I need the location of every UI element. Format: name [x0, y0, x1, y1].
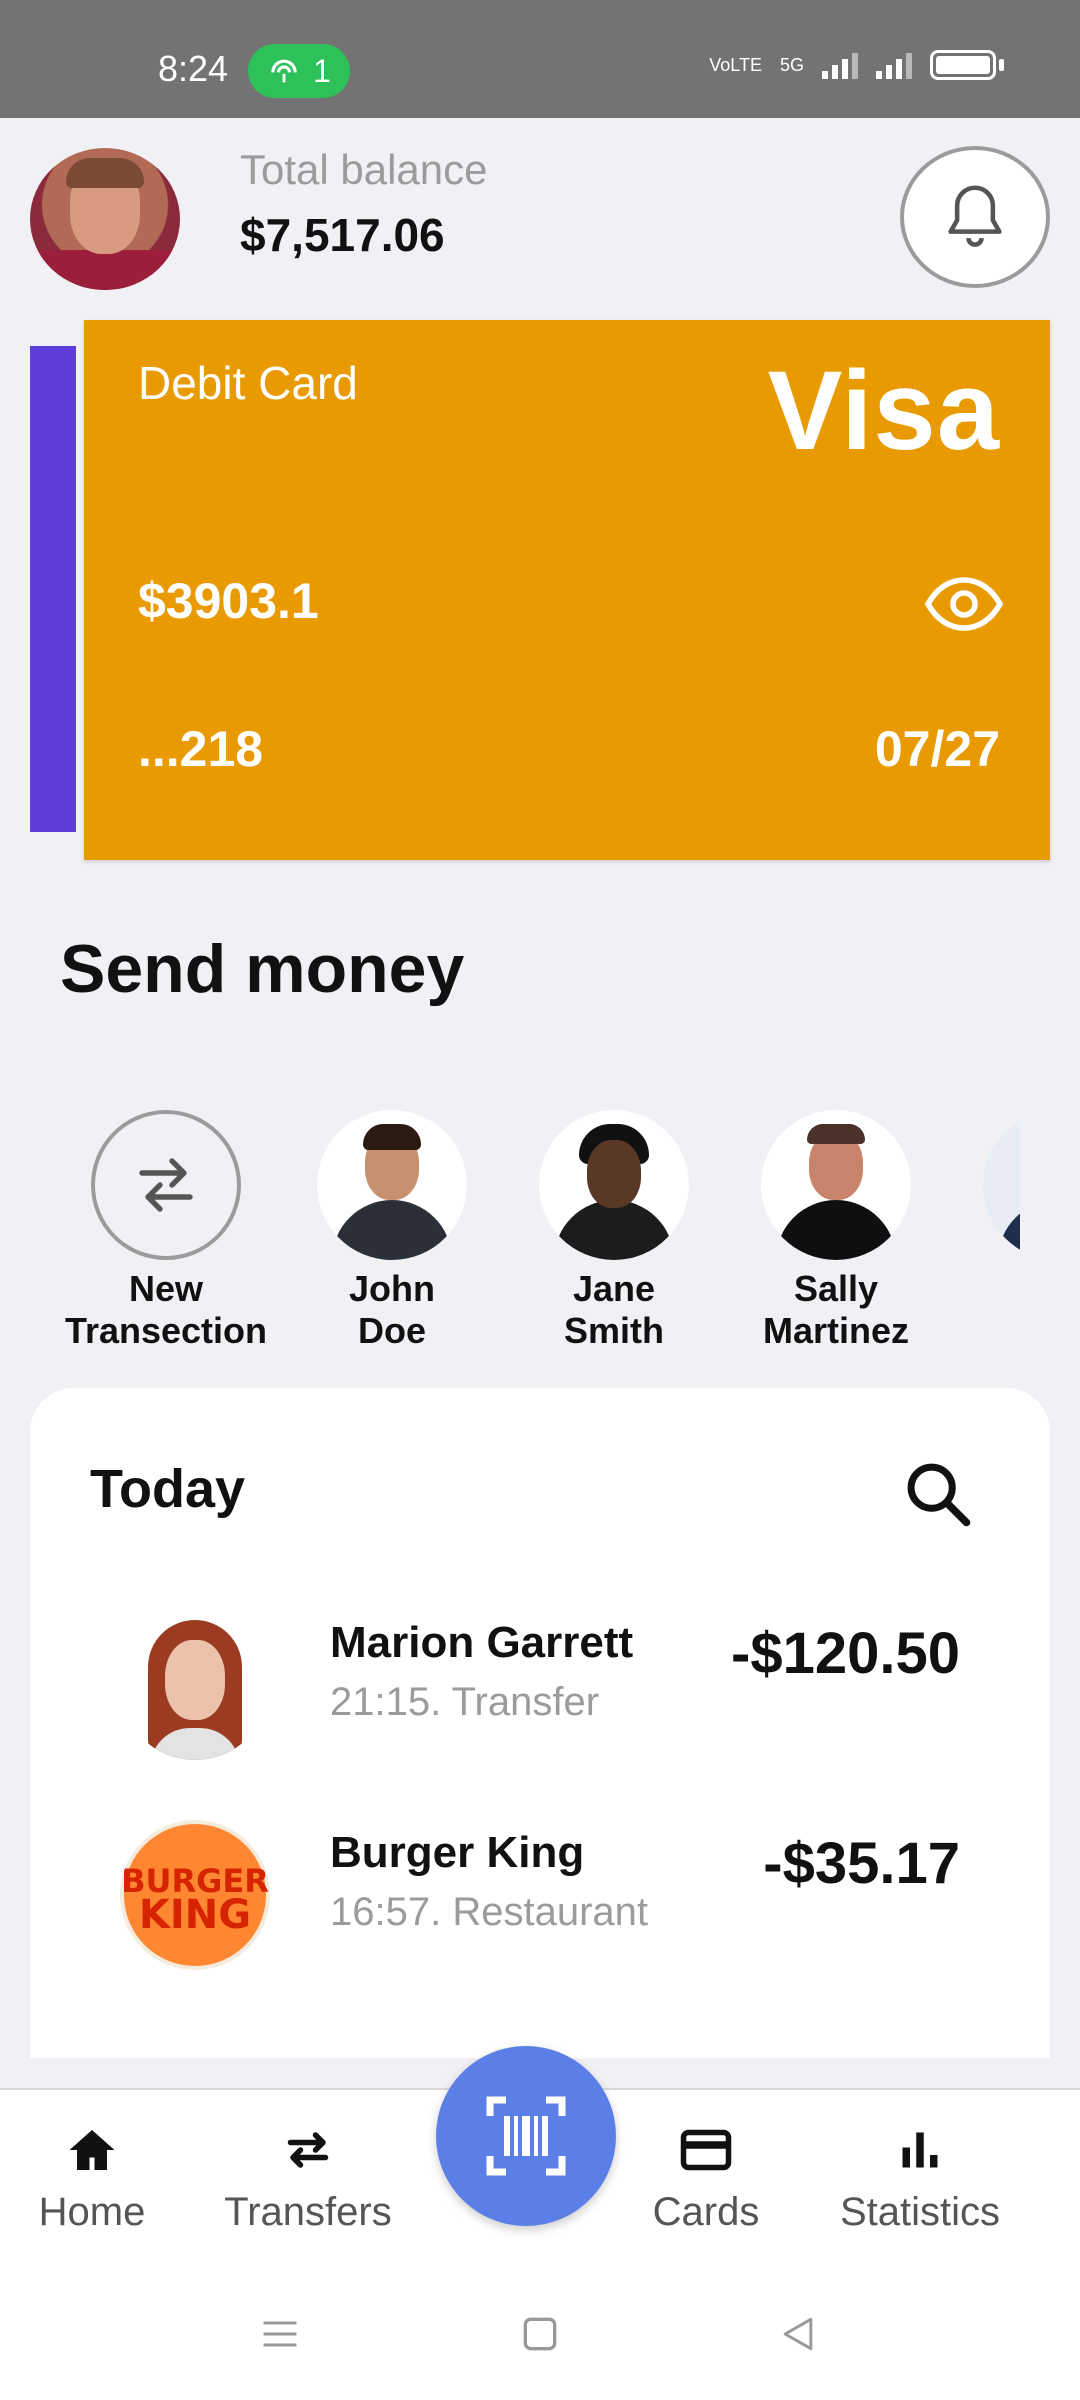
transaction-row[interactable]: Marion Garrett 21:15. Transfer -$120.50 — [30, 1610, 1050, 1770]
avatar — [539, 1110, 689, 1260]
search-icon[interactable] — [900, 1456, 976, 1532]
card-icon — [680, 2129, 732, 2171]
transaction-amount: -$120.50 — [731, 1621, 960, 1686]
total-balance-label: Total balance — [240, 146, 488, 193]
nav-cards[interactable]: Cards — [606, 2120, 806, 2235]
contacts-carousel[interactable]: New Transection John Doe Jane Smith Sally Ma… — [0, 1110, 1020, 1360]
transaction-row[interactable]: BURGER KING Burger King 16:57. Restauran… — [30, 1820, 1050, 1980]
contact-jane-smith[interactable]: Jane Smith — [504, 1110, 724, 1352]
contact-label-line2: Doe — [357, 1310, 426, 1351]
swap-arrows-icon — [139, 1158, 193, 1212]
transaction-subtitle: 16:57. Restaurant — [330, 1890, 648, 1934]
transaction-name: Burger King — [330, 1828, 585, 1877]
send-money-title: Send money — [60, 931, 465, 1007]
nav-label: Home — [38, 2190, 146, 2234]
system-navigation-bar — [0, 2268, 1080, 2400]
contact-label-line1: Jane — [572, 1268, 656, 1309]
status-bar: 8:24 1 VoLTE 5G — [0, 0, 1080, 118]
contact-label-line1: John — [349, 1268, 435, 1309]
secondary-card-edge[interactable] — [30, 346, 76, 832]
card-expiry: 07/27 — [874, 721, 1000, 777]
new-transaction-circle — [91, 1110, 241, 1260]
hotspot-count: 1 — [313, 52, 331, 89]
transaction-amount: -$35.17 — [763, 1831, 960, 1896]
avatar — [317, 1110, 467, 1260]
eye-icon[interactable] — [924, 576, 1004, 632]
card-type-label: Debit Card — [138, 357, 358, 409]
nav-statistics[interactable]: Statistics — [820, 2120, 1020, 2235]
contact-label-line1: New — [128, 1268, 204, 1309]
status-time: 8:24 — [158, 48, 229, 89]
signal-icon — [822, 51, 858, 79]
back-icon[interactable] — [776, 2312, 820, 2356]
signal-icon-2 — [876, 51, 912, 79]
avatar — [983, 1110, 1020, 1260]
nav-home[interactable]: Home — [0, 2120, 192, 2235]
contact-partial[interactable]: SJo — [948, 1110, 1020, 1352]
card-brand: Visa — [767, 348, 1000, 473]
nav-label: Cards — [652, 2190, 760, 2234]
new-transaction-button[interactable]: New Transection — [56, 1110, 276, 1352]
nav-transfers[interactable]: Transfers — [208, 2120, 408, 2235]
hotspot-indicator: 1 — [248, 44, 350, 98]
menu-icon[interactable] — [258, 2312, 302, 2356]
burger-king-logo: BURGER KING — [120, 1820, 270, 1970]
network-type-label: 5G — [779, 54, 804, 75]
statistics-icon — [902, 2132, 938, 2168]
contact-john-doe[interactable]: John Doe — [282, 1110, 502, 1352]
avatar — [761, 1110, 911, 1260]
debit-card[interactable]: Debit Card Visa $3903.1 ...218 07/27 — [84, 320, 1050, 860]
battery-tip — [999, 59, 1004, 71]
home-square-icon[interactable] — [518, 2312, 562, 2356]
system-icons: VoLTE 5G — [709, 50, 1004, 80]
scan-button[interactable] — [436, 2046, 616, 2226]
nav-label: Transfers — [224, 2190, 392, 2234]
home-icon — [69, 2130, 115, 2170]
transfers-icon — [287, 2132, 329, 2168]
card-number: ...218 — [138, 721, 264, 777]
transaction-subtitle: 21:15. Transfer — [330, 1680, 600, 1724]
transaction-name: Marion Garrett — [330, 1618, 634, 1667]
volte-label: VoLTE — [709, 54, 762, 75]
total-balance-value: $7,517.06 — [240, 209, 445, 261]
bell-icon — [948, 185, 1002, 247]
hotspot-icon — [271, 59, 297, 83]
contact-label-line2: Martinez — [762, 1310, 910, 1351]
today-transactions-panel: Today Marion Garrett 21:15. Transfer -$1… — [30, 1388, 1050, 2058]
contact-label-line2: Transection — [64, 1310, 268, 1351]
transaction-avatar — [120, 1610, 270, 1760]
logo-text-bottom: KING — [138, 1892, 252, 1938]
card-balance: $3903.1 — [138, 573, 319, 629]
contact-label-line2: Smith — [563, 1310, 664, 1351]
user-avatar[interactable] — [30, 148, 180, 290]
battery-icon — [930, 50, 996, 80]
notifications-button[interactable] — [900, 146, 1050, 288]
contact-sally-martinez[interactable]: Sally Martinez — [726, 1110, 946, 1352]
barcode-scan-icon — [486, 2096, 566, 2176]
nav-label: Statistics — [839, 2190, 1001, 2234]
contact-label-line1: Sally — [793, 1268, 879, 1309]
today-title: Today — [90, 1459, 246, 1519]
